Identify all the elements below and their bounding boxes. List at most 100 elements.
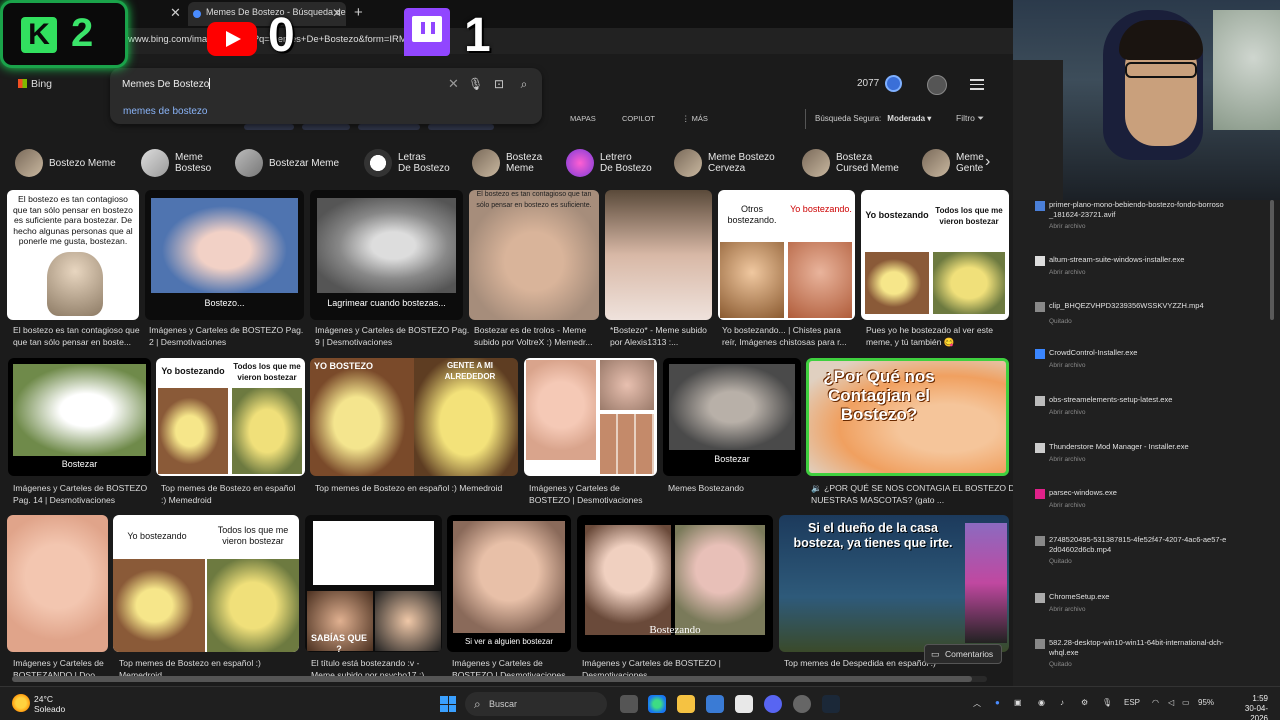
filter-pill[interactable]	[428, 124, 494, 130]
result-caption[interactable]: Memes Bostezando	[668, 483, 744, 495]
result-caption[interactable]: Top memes de Despedida en español :)	[784, 658, 936, 670]
result-caption[interactable]: 🔉 ¿POR QUÉ SE NOS CONTAGIA EL BOSTEZO DE	[811, 483, 1013, 495]
result-caption[interactable]: Imágenes y Carteles de BOSTEZO Pag.	[315, 325, 469, 337]
download-status[interactable]: Abrir archivo	[1049, 269, 1085, 276]
tray-icon[interactable]: ◉	[1038, 698, 1045, 707]
bing-logo[interactable]: Bing	[18, 78, 52, 90]
search-suggestion[interactable]: memes de bostezo	[123, 106, 208, 117]
result-image[interactable]: Bostezo...	[145, 190, 304, 320]
result-image[interactable]: Otros bostezando. Yo bostezando.	[718, 190, 855, 320]
download-status[interactable]: Abrir archivo	[1049, 502, 1085, 509]
tray-icon[interactable]: ♪	[1060, 698, 1064, 707]
result-image[interactable]: SABÍAS QUE ?	[305, 515, 442, 652]
result-image[interactable]	[605, 190, 712, 320]
result-caption[interactable]: Top memes de Bostezo en español	[161, 483, 295, 495]
battery-percent[interactable]: 95%	[1198, 698, 1214, 707]
battery-icon[interactable]: ▭	[1182, 698, 1190, 707]
related-chip[interactable]: Letras De Bostezo	[364, 147, 450, 179]
tray-icon[interactable]: ●	[995, 698, 1000, 707]
edge-icon[interactable]	[648, 695, 666, 713]
filter-pill[interactable]	[302, 124, 350, 130]
microphone-icon[interactable]: 🎙	[1102, 698, 1112, 707]
result-caption[interactable]: Pag. 14 | Desmotivaciones	[13, 495, 115, 507]
result-image[interactable]: YO BOSTEZO GENTE A MI ALREDEDOR	[310, 358, 518, 476]
volume-icon[interactable]: ◁	[1168, 698, 1174, 707]
result-image[interactable]: El bostezo es tan contagioso que tan sól…	[7, 190, 139, 320]
result-caption[interactable]: 9 | Desmotivaciones	[315, 337, 392, 349]
result-caption[interactable]: Imágenes y Carteles de	[452, 658, 543, 670]
clock[interactable]: 1:59 30-04-2026	[1228, 694, 1268, 720]
tray-icon[interactable]: ⚙	[1081, 698, 1088, 707]
taskbar-search[interactable]: Buscar	[465, 692, 607, 716]
result-caption[interactable]: meme, y tú también 😋	[866, 337, 955, 349]
menu-icon[interactable]	[970, 76, 984, 93]
result-caption[interactable]: por Alexis1313 :...	[610, 337, 678, 349]
nav-more[interactable]: ⋮ MÁS	[682, 114, 708, 123]
windows-start-icon[interactable]	[440, 696, 456, 712]
download-status[interactable]: Abrir archivo	[1049, 223, 1085, 230]
result-caption[interactable]: El bostezo es tan contagioso que	[13, 325, 140, 337]
microphone-icon[interactable]: 🎙	[468, 77, 483, 91]
language-indicator[interactable]: ESP	[1124, 698, 1140, 707]
steam-icon[interactable]	[822, 695, 840, 713]
download-status[interactable]: Abrir archivo	[1049, 362, 1085, 369]
nav-maps[interactable]: MAPAS	[570, 114, 596, 123]
search-icon[interactable]: ⌕	[517, 77, 531, 91]
new-tab-icon[interactable]: +	[354, 4, 363, 21]
filter-pill[interactable]	[358, 124, 420, 130]
result-image[interactable]: Yo bostezando Todos los que me vieron bo…	[156, 358, 305, 476]
result-caption[interactable]: Top memes de Bostezo en español :)	[119, 658, 261, 670]
scrollbar-thumb[interactable]	[12, 676, 972, 682]
result-caption[interactable]: subido por VoltreX :) Memedr...	[474, 337, 592, 349]
result-caption[interactable]: Pues yo he bostezado al ver este	[866, 325, 993, 337]
discord-icon[interactable]	[764, 695, 782, 713]
related-chip[interactable]: Meme Gente	[922, 147, 984, 179]
result-image[interactable]: ¿Por Qué nos Contagian el Bostezo?	[806, 358, 1009, 476]
related-chip[interactable]: Meme Bostezo Cerveza	[674, 147, 775, 179]
clear-icon[interactable]: ✕	[448, 76, 459, 92]
result-caption[interactable]: Imágenes y Carteles de BOSTEZO |	[582, 658, 721, 670]
close-icon[interactable]: ✕	[170, 5, 181, 21]
result-caption[interactable]: Imágenes y Carteles de	[13, 658, 104, 670]
horizontal-scrollbar[interactable]	[12, 676, 987, 682]
app-icon[interactable]	[735, 695, 753, 713]
rewards-icon[interactable]	[885, 75, 902, 92]
result-image[interactable]: Si ver a alguien bostezar	[447, 515, 571, 652]
download-status[interactable]: Abrir archivo	[1049, 606, 1085, 613]
related-chip[interactable]: Bostezo Meme	[15, 147, 116, 179]
result-caption[interactable]: Imágenes y Carteles de BOSTEZO	[13, 483, 147, 495]
result-image[interactable]: Bostezar	[8, 358, 151, 476]
result-caption[interactable]: NUESTRAS MASCOTAS? (gato ...	[811, 495, 944, 507]
tray-icon[interactable]: ▣	[1014, 698, 1022, 707]
result-caption[interactable]: Top memes de Bostezo en español :) Memed…	[315, 483, 502, 495]
result-image[interactable]: Yo bostezando Todos los que me vieron bo…	[861, 190, 1009, 320]
chevron-right-icon[interactable]: ›	[985, 153, 990, 171]
filter-button[interactable]: Filtro ⏷	[956, 113, 984, 124]
result-caption[interactable]: Imágenes y Carteles de BOSTEZO Pag.	[149, 325, 303, 337]
safe-search[interactable]: Búsqueda Segura: Moderada ▾	[805, 109, 931, 129]
app-icon[interactable]	[793, 695, 811, 713]
result-caption[interactable]: Bostezar es de trolos - Meme	[474, 325, 586, 337]
related-chip[interactable]: Letrero De Bostezo	[566, 147, 652, 179]
nav-copilot[interactable]: COPILOT	[622, 114, 655, 123]
related-chip[interactable]: Bosteza Cursed Meme	[802, 147, 899, 179]
wifi-icon[interactable]: ◠	[1152, 698, 1159, 707]
result-image[interactable]: Yo bostezando Todos los que me vieron bo…	[113, 515, 299, 652]
close-icon[interactable]: ✕	[332, 6, 342, 20]
result-caption[interactable]: BOSTEZO | Desmotivaciones	[529, 495, 643, 507]
result-caption[interactable]: :) Memedroid	[161, 495, 212, 507]
result-caption[interactable]: Yo bostezando... | Chistes para	[722, 325, 841, 337]
avatar[interactable]	[927, 75, 947, 95]
result-image[interactable]: Lagrimear cuando bostezas...	[310, 190, 463, 320]
weather-widget[interactable]: 24°C Soleado	[34, 694, 65, 714]
result-image[interactable]	[7, 515, 108, 652]
result-image[interactable]: Bostezar	[663, 358, 801, 476]
search-input[interactable]: Memes De Bostezo	[122, 78, 442, 90]
address-bar[interactable]: www.bing.com/images/search?q=Memes+De+Bo…	[0, 28, 1013, 54]
visual-search-icon[interactable]: ⊡	[492, 77, 506, 91]
result-caption[interactable]: que tan sólo pensar en boste...	[13, 337, 131, 349]
download-status[interactable]: Abrir archivo	[1049, 409, 1085, 416]
result-image[interactable]: Bostezando	[577, 515, 773, 652]
result-image[interactable]	[524, 358, 657, 476]
download-status[interactable]: Abrir archivo	[1049, 456, 1085, 463]
